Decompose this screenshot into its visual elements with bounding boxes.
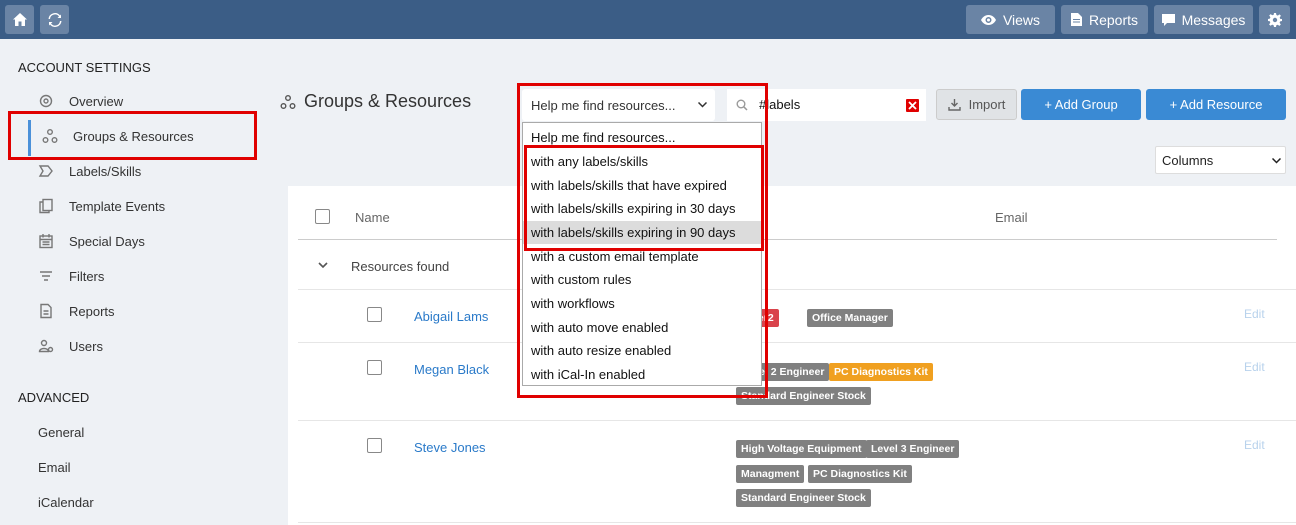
sidebar-item-label: Special Days bbox=[69, 233, 145, 249]
settings-button[interactable] bbox=[1259, 5, 1290, 34]
sidebar-item-special-days[interactable]: Special Days bbox=[38, 230, 145, 252]
clear-search-icon[interactable] bbox=[906, 99, 919, 112]
add-group-button[interactable]: + Add Group bbox=[1021, 89, 1141, 120]
home-icon bbox=[12, 13, 27, 26]
advanced-heading: ADVANCED bbox=[18, 390, 90, 405]
eye-icon bbox=[980, 14, 996, 25]
account-settings-heading: ACCOUNT SETTINGS bbox=[18, 60, 151, 75]
sidebar-item-label: Labels/Skills bbox=[69, 163, 142, 179]
messages-button[interactable]: Messages bbox=[1154, 5, 1253, 34]
tag-badge: Office Manager bbox=[807, 309, 893, 327]
reports-label: Reports bbox=[1088, 11, 1139, 28]
tag-badge: Managment bbox=[736, 465, 805, 483]
highlight-box-sidebar bbox=[8, 111, 257, 160]
views-button[interactable]: Views bbox=[966, 5, 1055, 34]
tag-badge: Level 3 Engineer bbox=[866, 440, 960, 458]
sidebar-item-labels-skills[interactable]: Labels/Skills bbox=[38, 160, 141, 182]
column-header-name: Name bbox=[355, 210, 390, 225]
label-icon bbox=[38, 165, 53, 177]
reports-button[interactable]: Reports bbox=[1061, 5, 1148, 34]
users-icon bbox=[38, 339, 54, 353]
tag-badge: Standard Engineer Stock bbox=[736, 489, 871, 507]
row-checkbox[interactable] bbox=[367, 360, 382, 375]
sidebar-item-template-events[interactable]: Template Events bbox=[38, 195, 165, 217]
add-resource-button[interactable]: + Add Resource bbox=[1146, 89, 1286, 120]
page-title-text: Groups & Resources bbox=[304, 91, 472, 111]
sidebar-item-label: Overview bbox=[69, 93, 124, 109]
header-divider bbox=[298, 239, 1277, 240]
gear-icon bbox=[1267, 12, 1282, 27]
row-divider bbox=[298, 522, 1296, 523]
filter-icon bbox=[40, 271, 52, 281]
row-checkbox[interactable] bbox=[367, 307, 382, 322]
refresh-button[interactable] bbox=[40, 5, 69, 34]
highlight-box-label-options bbox=[524, 145, 764, 251]
sidebar-item-general[interactable]: General bbox=[38, 425, 84, 440]
edit-link[interactable]: Edit bbox=[1244, 360, 1265, 374]
sidebar-item-label: Users bbox=[69, 338, 103, 354]
message-icon bbox=[1161, 13, 1175, 26]
edit-link[interactable]: Edit bbox=[1244, 438, 1265, 452]
messages-label: Messages bbox=[1181, 11, 1246, 28]
tag-badge: High Voltage Equipment bbox=[736, 440, 867, 458]
document-icon bbox=[40, 303, 52, 319]
sidebar-item-icalendar[interactable]: iCalendar bbox=[38, 495, 94, 510]
chevron-down-icon[interactable] bbox=[318, 262, 328, 269]
views-label: Views bbox=[1002, 11, 1041, 28]
resource-name-link[interactable]: Megan Black bbox=[414, 362, 489, 377]
refresh-icon bbox=[48, 12, 61, 27]
row-checkbox[interactable] bbox=[367, 438, 382, 453]
row-divider bbox=[298, 342, 1296, 343]
document-icon bbox=[1070, 13, 1082, 26]
calendar-icon bbox=[39, 234, 53, 249]
columns-select[interactable]: Columns bbox=[1155, 146, 1286, 174]
tag-badge: PC Diagnostics Kit bbox=[808, 465, 912, 483]
resource-name-link[interactable]: Steve Jones bbox=[414, 440, 486, 455]
gear-icon bbox=[39, 94, 53, 108]
home-button[interactable] bbox=[5, 5, 34, 34]
sidebar-item-filters[interactable]: Filters bbox=[38, 265, 104, 287]
select-all-checkbox[interactable] bbox=[315, 209, 330, 224]
top-bar: Views Reports Messages bbox=[0, 0, 1296, 39]
columns-label: Columns bbox=[1162, 152, 1214, 168]
edit-link[interactable]: Edit bbox=[1244, 307, 1265, 321]
sidebar-item-label: Filters bbox=[69, 268, 105, 284]
sidebar-item-overview[interactable]: Overview bbox=[38, 90, 123, 112]
resource-name-link[interactable]: Abigail Lams bbox=[414, 309, 488, 324]
resources-table: Name Email Resources found Abigail Lams … bbox=[288, 186, 1296, 525]
sidebar-item-users[interactable]: Users bbox=[38, 335, 103, 357]
group-label: Resources found bbox=[351, 259, 450, 274]
groups-icon bbox=[280, 94, 296, 109]
row-divider bbox=[298, 420, 1296, 421]
import-button[interactable]: Import bbox=[936, 89, 1017, 120]
copy-icon bbox=[39, 198, 53, 214]
page-title: Groups & Resources bbox=[280, 91, 471, 112]
column-header-email: Email bbox=[995, 210, 1028, 225]
sidebar-item-email[interactable]: Email bbox=[38, 460, 71, 475]
chevron-down-icon bbox=[1272, 158, 1281, 164]
sidebar-item-label: Reports bbox=[69, 303, 115, 319]
row-divider bbox=[298, 289, 1296, 290]
sidebar-item-reports[interactable]: Reports bbox=[38, 300, 115, 322]
import-label: Import bbox=[968, 97, 1006, 112]
sidebar-item-label: Template Events bbox=[69, 198, 166, 214]
download-icon bbox=[947, 99, 961, 111]
tag-badge: PC Diagnostics Kit bbox=[829, 363, 933, 381]
